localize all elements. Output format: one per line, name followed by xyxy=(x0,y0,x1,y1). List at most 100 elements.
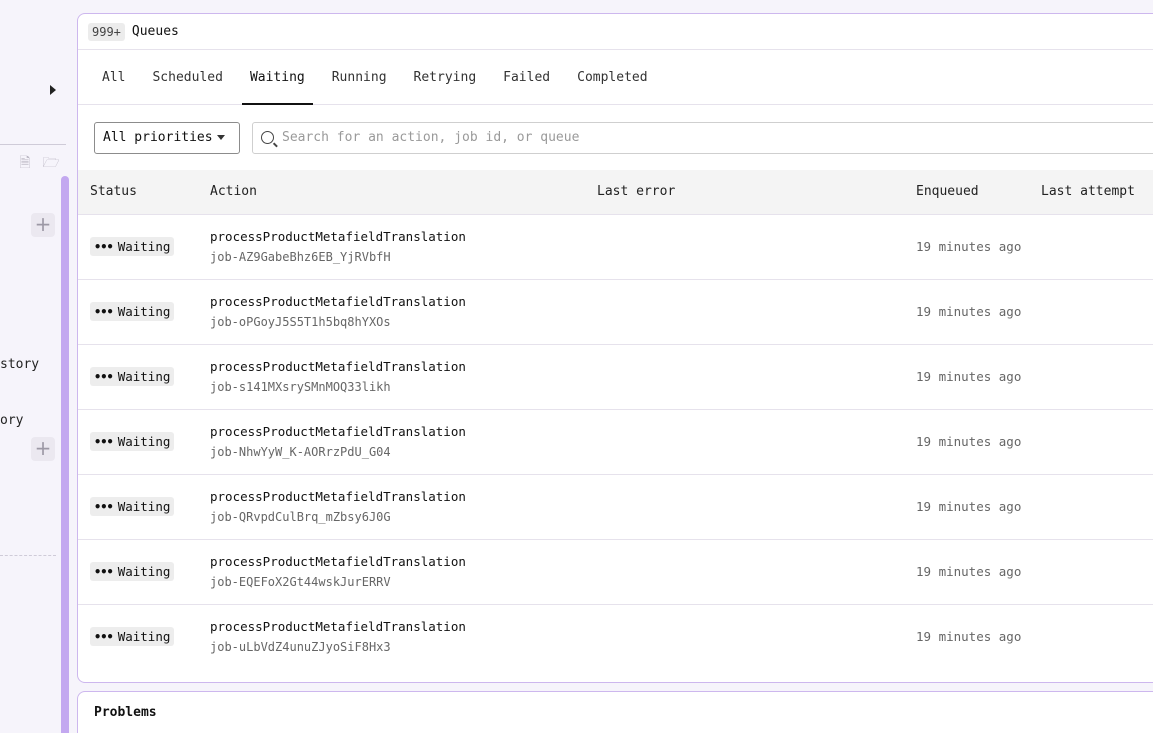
more-dots-icon: ••• xyxy=(94,499,114,514)
job-id: job-EQEFoX2Gt44wskJurERRV xyxy=(210,575,391,589)
action-name: processProductMetafieldTranslation xyxy=(210,229,466,244)
more-dots-icon: ••• xyxy=(94,629,114,644)
job-id: job-AZ9GabeBhz6EB_YjRVbfH xyxy=(210,250,391,264)
status-badge: ••• Waiting xyxy=(90,367,175,386)
enqueued-cell: 19 minutes ago xyxy=(916,239,1022,254)
last-error-cell xyxy=(597,279,916,344)
problems-panel: Problems xyxy=(77,691,1153,733)
last-error-cell xyxy=(597,409,916,474)
last-attempt-cell xyxy=(1041,409,1153,474)
status-tabs: All Scheduled Waiting Running Retrying F… xyxy=(78,50,1153,105)
tab-failed[interactable]: Failed xyxy=(495,50,558,104)
column-header-enqueued[interactable]: Enqueued xyxy=(916,170,1041,214)
jobs-table: Status Action Last error Enqueued Last a… xyxy=(78,170,1153,669)
action-name: processProductMetafieldTranslation xyxy=(210,424,466,439)
column-header-action[interactable]: Action xyxy=(210,170,597,214)
column-header-status[interactable]: Status xyxy=(78,170,210,214)
search-input[interactable] xyxy=(282,130,1153,145)
queue-count-badge: 999+ xyxy=(88,22,125,41)
more-dots-icon: ••• xyxy=(94,239,114,254)
table-row[interactable]: ••• Waiting processProductMetafieldTransl… xyxy=(78,279,1153,344)
last-attempt-cell xyxy=(1041,604,1153,669)
search-icon xyxy=(261,131,274,144)
action-name: processProductMetafieldTranslation xyxy=(210,294,466,309)
queues-panel: 999+ Queues All Scheduled Waiting Runnin… xyxy=(77,13,1153,683)
table-row[interactable]: ••• Waiting processProductMetafieldTransl… xyxy=(78,344,1153,409)
status-badge: ••• Waiting xyxy=(90,627,175,647)
action-name: processProductMetafieldTranslation xyxy=(210,489,466,504)
last-error-cell xyxy=(597,214,916,279)
job-id: job-s141MXsrySMnMOQ33likh xyxy=(210,380,391,394)
sidebar-divider xyxy=(0,144,66,145)
enqueued-cell: 19 minutes ago xyxy=(916,369,1022,384)
more-dots-icon: ••• xyxy=(94,434,114,449)
action-name: processProductMetafieldTranslation xyxy=(210,619,466,635)
column-header-last-attempt[interactable]: Last attempt xyxy=(1041,170,1153,214)
action-name: processProductMetafieldTranslation xyxy=(210,359,466,374)
tab-all[interactable]: All xyxy=(94,50,133,104)
tab-completed[interactable]: Completed xyxy=(569,50,655,104)
status-label: Waiting xyxy=(117,369,171,384)
problems-title[interactable]: Problems xyxy=(94,705,1150,720)
enqueued-cell: 19 minutes ago xyxy=(916,304,1022,319)
job-id: job-NhwYyW_K-AORrzPdU_G04 xyxy=(210,445,391,459)
table-row[interactable]: ••• Waiting processProductMetafieldTransl… xyxy=(78,474,1153,539)
new-folder-icon[interactable]: 🗁 xyxy=(41,153,61,173)
more-dots-icon: ••• xyxy=(94,564,114,579)
table-row[interactable]: ••• Waiting processProductMetafieldTransl… xyxy=(78,409,1153,474)
add-button-secondary[interactable]: + xyxy=(31,437,55,461)
add-button[interactable]: + xyxy=(31,213,55,237)
enqueued-cell: 19 minutes ago xyxy=(916,629,1022,645)
last-attempt-cell xyxy=(1041,214,1153,279)
status-label: Waiting xyxy=(117,304,171,319)
sidebar-text-ory[interactable]: ory xyxy=(0,413,23,428)
tab-running[interactable]: Running xyxy=(324,50,395,104)
job-id: job-oPGoyJ5S5T1h5bq8hYXOs xyxy=(210,315,391,329)
status-label: Waiting xyxy=(117,239,171,254)
last-attempt-cell xyxy=(1041,279,1153,344)
new-file-icon[interactable]: 🗎 xyxy=(15,153,35,173)
status-label: Waiting xyxy=(117,434,171,449)
status-label: Waiting xyxy=(117,629,171,645)
table-row[interactable]: ••• Waiting processProductMetafieldTransl… xyxy=(78,539,1153,604)
priority-select[interactable]: All priorities xyxy=(94,121,240,154)
priority-select-value: All priorities xyxy=(103,130,213,145)
enqueued-cell: 19 minutes ago xyxy=(916,434,1022,449)
last-error-cell xyxy=(597,474,916,539)
last-error-cell xyxy=(597,604,916,669)
panel-title: Queues xyxy=(131,24,179,39)
table-header-row: Status Action Last error Enqueued Last a… xyxy=(78,170,1153,214)
status-badge: ••• Waiting xyxy=(90,237,175,256)
sidebar: 🗎 🗁 + story ory + xyxy=(0,0,69,733)
status-badge: ••• Waiting xyxy=(90,302,175,321)
job-id: job-uLbVdZ4unuZJyoSiF8Hx3 xyxy=(210,640,391,655)
last-attempt-cell xyxy=(1041,344,1153,409)
filter-bar: All priorities xyxy=(78,105,1153,170)
status-badge: ••• Waiting xyxy=(90,432,175,451)
column-header-last-error[interactable]: Last error xyxy=(597,170,916,214)
status-label: Waiting xyxy=(117,564,171,579)
chevron-down-icon xyxy=(217,135,225,140)
enqueued-cell: 19 minutes ago xyxy=(916,499,1022,514)
more-dots-icon: ••• xyxy=(94,369,114,384)
expand-arrow-icon[interactable] xyxy=(50,85,56,95)
action-name: processProductMetafieldTranslation xyxy=(210,554,466,569)
last-error-cell xyxy=(597,344,916,409)
tab-scheduled[interactable]: Scheduled xyxy=(144,50,230,104)
enqueued-cell: 19 minutes ago xyxy=(916,564,1022,579)
status-badge: ••• Waiting xyxy=(90,562,175,581)
last-error-cell xyxy=(597,539,916,604)
tab-retrying[interactable]: Retrying xyxy=(406,50,485,104)
sidebar-dashed-divider xyxy=(0,555,56,556)
tab-waiting[interactable]: Waiting xyxy=(241,50,313,105)
table-row[interactable]: ••• Waiting processProductMetafieldTransl… xyxy=(78,604,1153,669)
table-row[interactable]: ••• Waiting processProductMetafieldTransl… xyxy=(78,214,1153,279)
sidebar-text-story[interactable]: story xyxy=(0,357,39,372)
last-attempt-cell xyxy=(1041,539,1153,604)
sidebar-scrollbar[interactable] xyxy=(61,176,69,733)
last-attempt-cell xyxy=(1041,474,1153,539)
panel-header: 999+ Queues xyxy=(78,14,1153,50)
search-box[interactable] xyxy=(252,121,1153,154)
status-badge: ••• Waiting xyxy=(90,497,175,516)
job-id: job-QRvpdCulBrq_mZbsy6J0G xyxy=(210,510,391,524)
